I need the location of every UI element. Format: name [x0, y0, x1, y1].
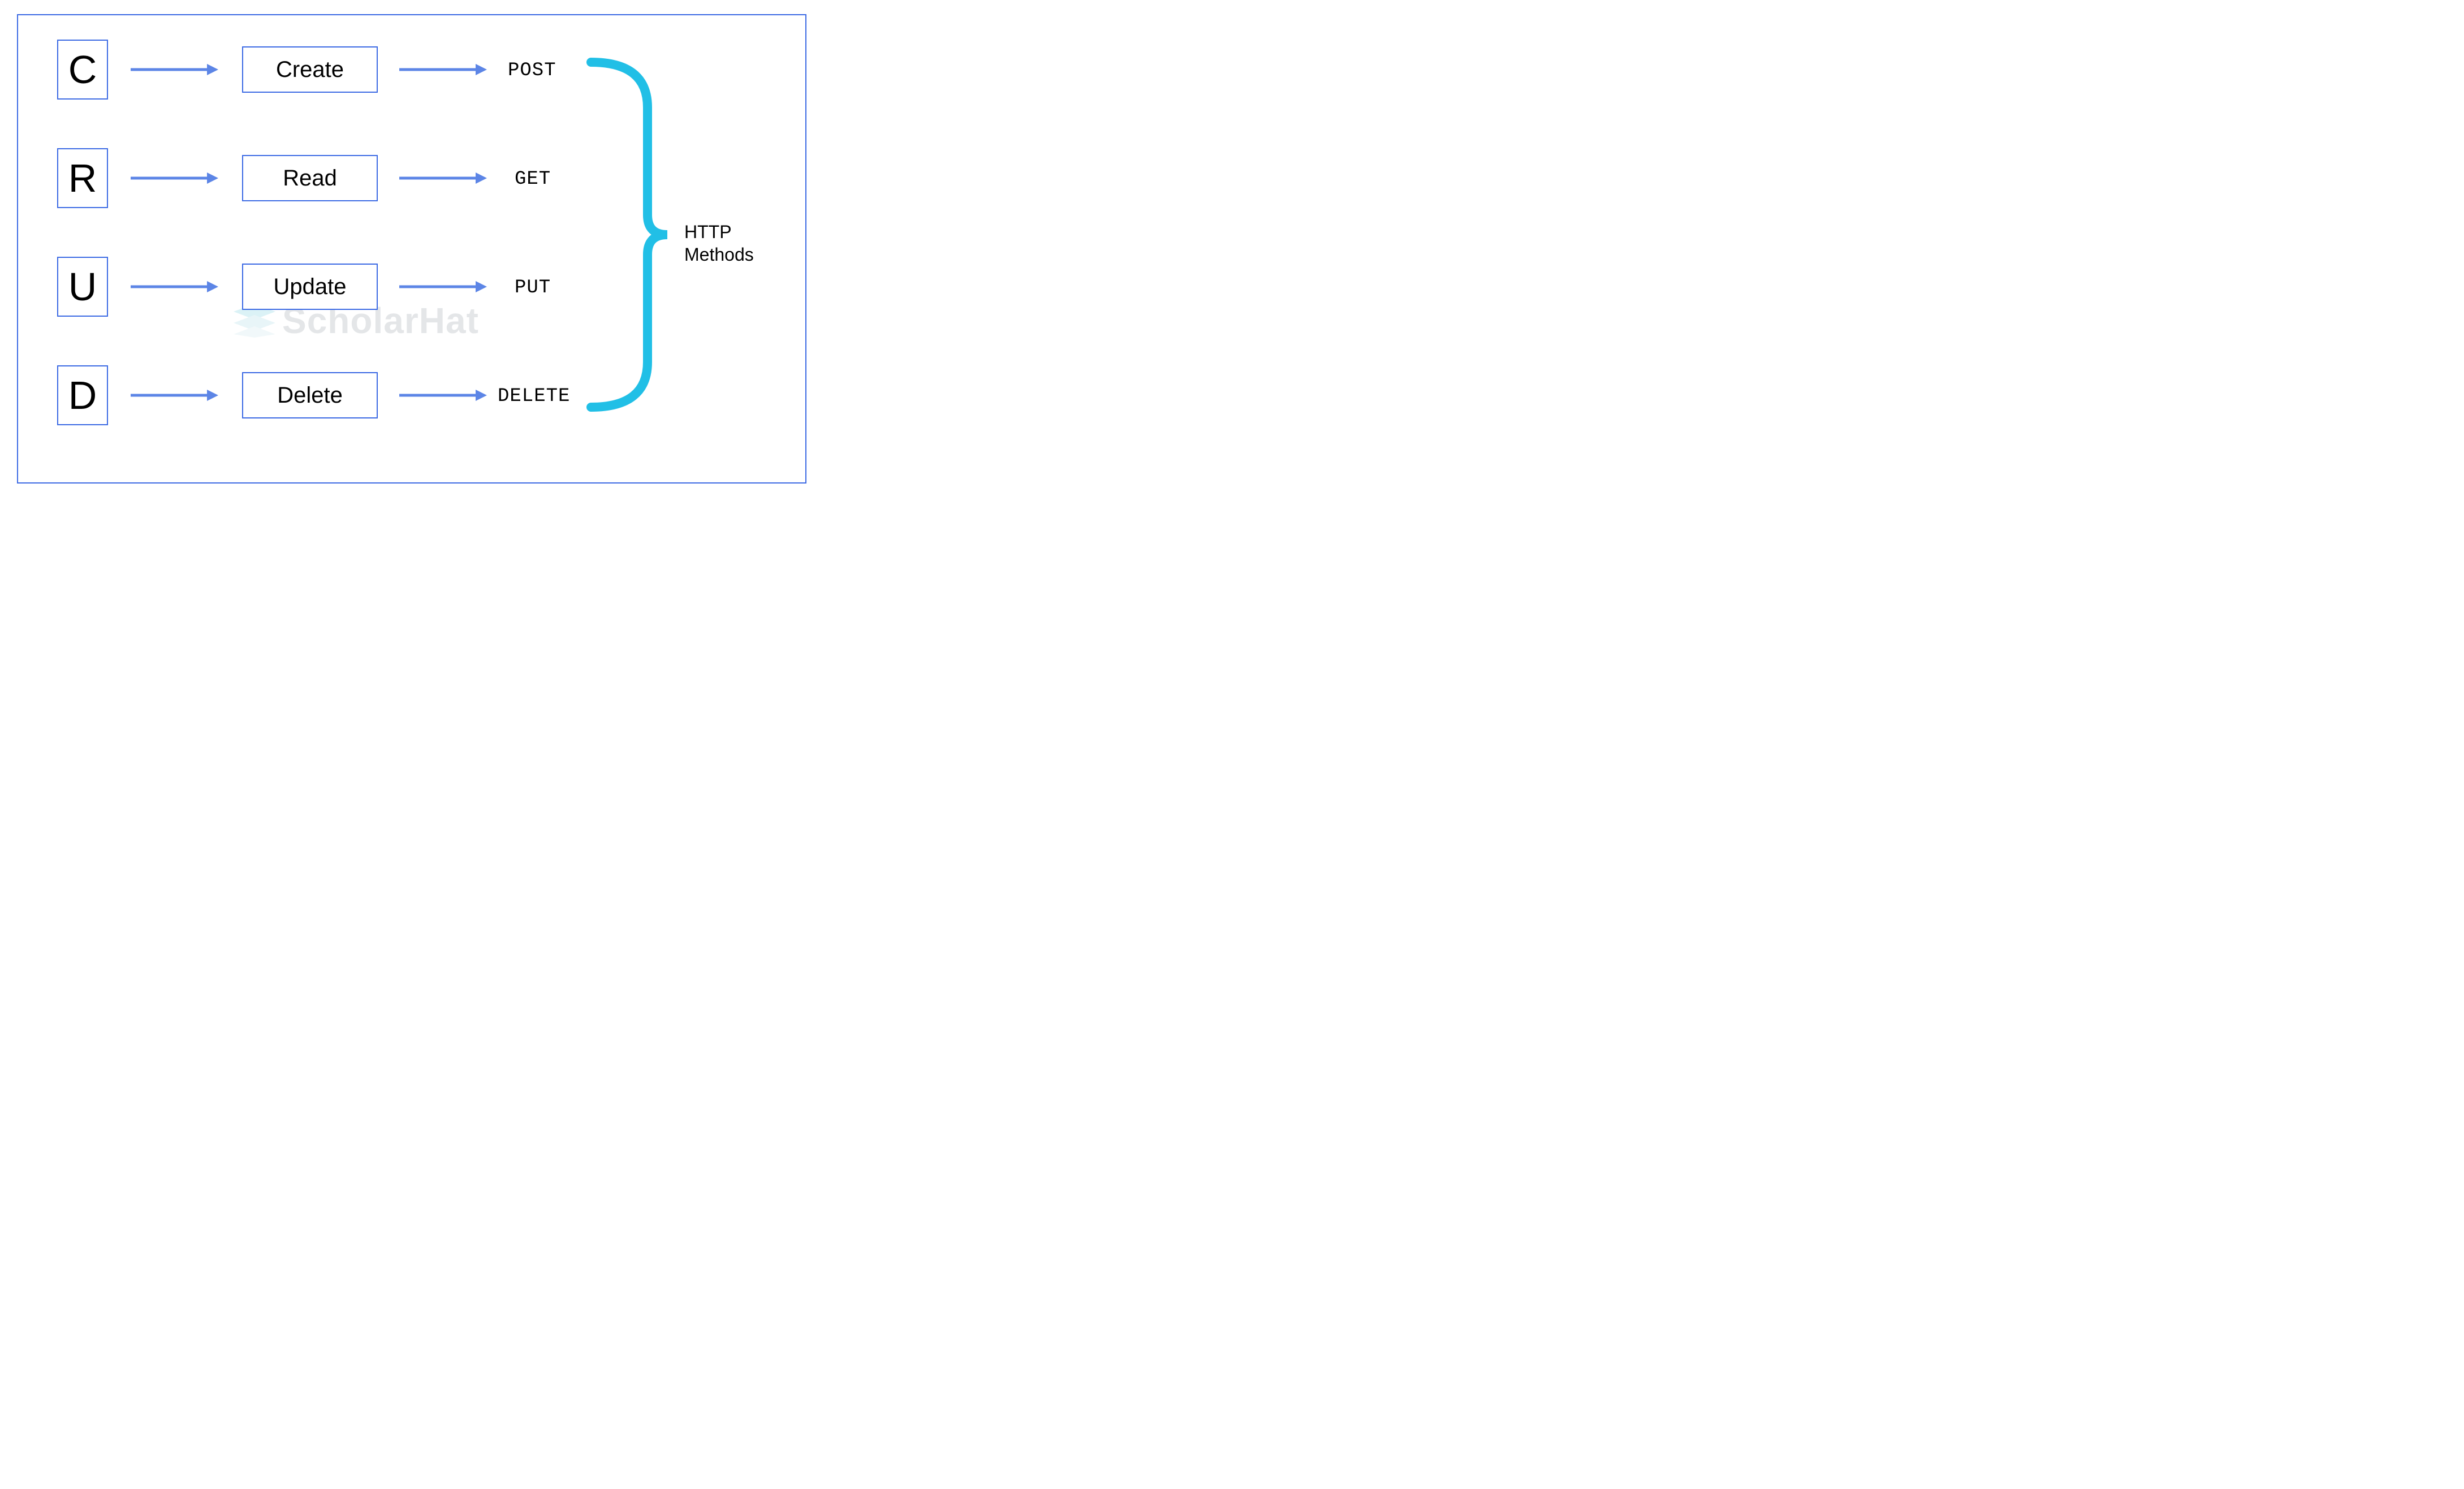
arrow-icon: [399, 61, 487, 78]
group-label: HTTP Methods: [684, 221, 754, 266]
op-read: Read: [283, 166, 337, 191]
method-put: PUT: [515, 277, 551, 299]
letter-u: U: [68, 267, 97, 307]
bracket-icon: [580, 57, 670, 413]
op-box-create: Create: [242, 46, 378, 93]
diagram-canvas: ScholarHat C Create POST R Read GET U Up…: [0, 0, 823, 498]
group-label-line1: HTTP: [684, 222, 732, 242]
method-get: GET: [515, 169, 551, 190]
method-post: POST: [508, 60, 556, 81]
op-box-update: Update: [242, 264, 378, 310]
letter-d: D: [68, 376, 97, 415]
op-box-delete: Delete: [242, 372, 378, 418]
letter-r: R: [68, 158, 97, 198]
letter-box-u: U: [57, 257, 108, 317]
arrow-icon: [399, 387, 487, 404]
arrow-icon: [131, 387, 218, 404]
op-delete: Delete: [277, 383, 343, 408]
op-box-read: Read: [242, 155, 378, 201]
arrow-icon: [131, 170, 218, 187]
arrow-icon: [131, 278, 218, 295]
letter-box-r: R: [57, 148, 108, 208]
letter-box-d: D: [57, 365, 108, 425]
group-label-line2: Methods: [684, 244, 754, 265]
arrow-icon: [399, 170, 487, 187]
letter-box-c: C: [57, 40, 108, 100]
arrow-icon: [131, 61, 218, 78]
arrow-icon: [399, 278, 487, 295]
letter-c: C: [68, 50, 97, 89]
method-delete: DELETE: [498, 386, 570, 407]
op-create: Create: [276, 57, 344, 83]
op-update: Update: [274, 274, 347, 300]
